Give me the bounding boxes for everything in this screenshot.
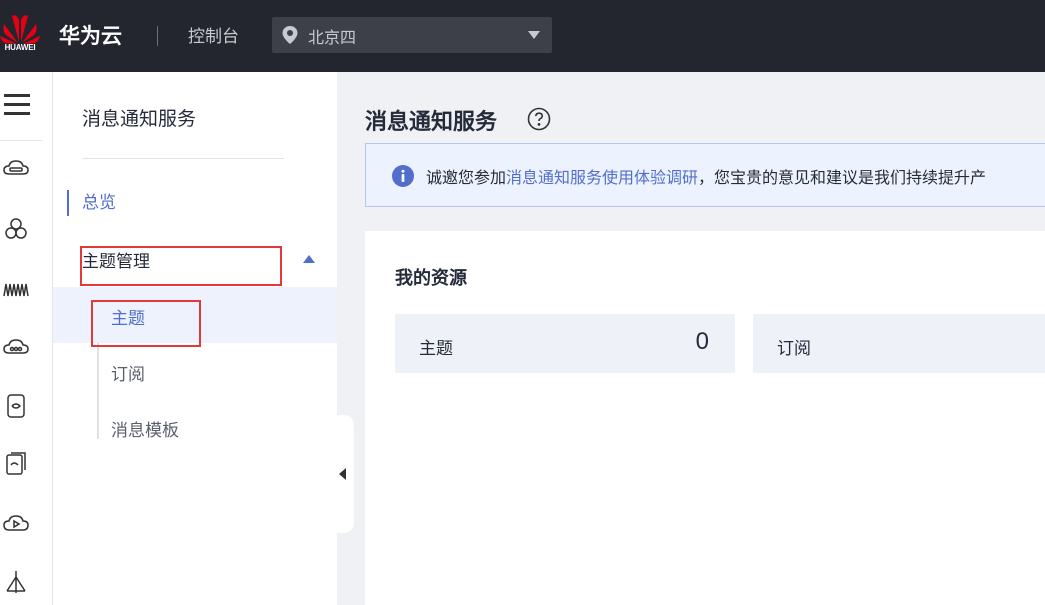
logo-text: HUAWEI [4,43,36,52]
location-pin-icon [282,26,298,44]
cloud-server-icon[interactable] [3,156,29,182]
menu-icon[interactable] [4,94,30,118]
service-icon-rail [0,72,53,605]
notice-suffix: ，您宝贵的意见和建议是我们持续提升产 [698,168,987,187]
region-selector[interactable]: 北京四 [272,17,552,53]
resource-card-topics[interactable]: 主题 0 [395,314,735,373]
highlight-box-topics [91,300,201,347]
notice-text: 诚邀您参加消息通知服务使用体验调研，您宝贵的意见和建议是我们持续提升产 [426,164,986,188]
survey-notice: 诚邀您参加消息通知服务使用体验调研，您宝贵的意见和建议是我们持续提升产 [365,143,1045,207]
page-title: 消息通知服务 [365,110,498,135]
brand-name[interactable]: 华为云 [59,20,122,50]
network-icon[interactable] [3,569,29,595]
sidebar-collapse-button[interactable] [335,415,354,533]
hexagon-cluster-icon[interactable] [3,216,29,242]
resource-label: 主题 [419,339,453,359]
nav-item-message-templates[interactable]: 消息模板 [53,399,337,455]
chevron-down-icon [528,31,540,39]
notice-prefix: 诚邀您参加 [426,168,507,187]
region-label: 北京四 [308,28,357,47]
resources-panel: 我的资源 主题 0 订阅 [365,231,1045,605]
resources-title: 我的资源 [395,268,467,289]
nav-item-subscriptions[interactable]: 订阅 [53,343,337,399]
sidenav-title: 消息通知服务 [82,108,197,130]
cloud-database-icon[interactable] [3,334,29,360]
waveform-icon[interactable] [3,276,29,302]
nav-item-label: 消息模板 [111,421,179,441]
storage-icon[interactable] [3,393,29,419]
nav-item-overview[interactable]: 总览 [67,190,116,216]
info-icon [392,165,414,187]
cloud-play-icon[interactable] [3,510,29,536]
rail-divider [0,140,42,141]
resource-count: 0 [695,328,709,355]
top-bar: HUAWEI 华为云 控制台 北京四 [0,0,1045,72]
console-link[interactable]: 控制台 [188,22,239,47]
chevron-up-icon [303,255,315,263]
chevron-left-icon [339,468,346,480]
nav-item-label: 订阅 [111,365,145,385]
help-icon[interactable] [527,107,551,131]
header-separator [157,26,158,46]
sidenav-divider [82,158,284,159]
backup-icon[interactable] [3,451,29,477]
highlight-box-topic-management [80,246,282,286]
survey-link[interactable]: 消息通知服务使用体验调研 [506,168,698,187]
resource-card-subscriptions[interactable]: 订阅 [753,314,1045,373]
side-navigation: 消息通知服务 总览 主题管理 主题 订阅 消息模板 [53,72,337,605]
resource-label: 订阅 [777,339,811,359]
